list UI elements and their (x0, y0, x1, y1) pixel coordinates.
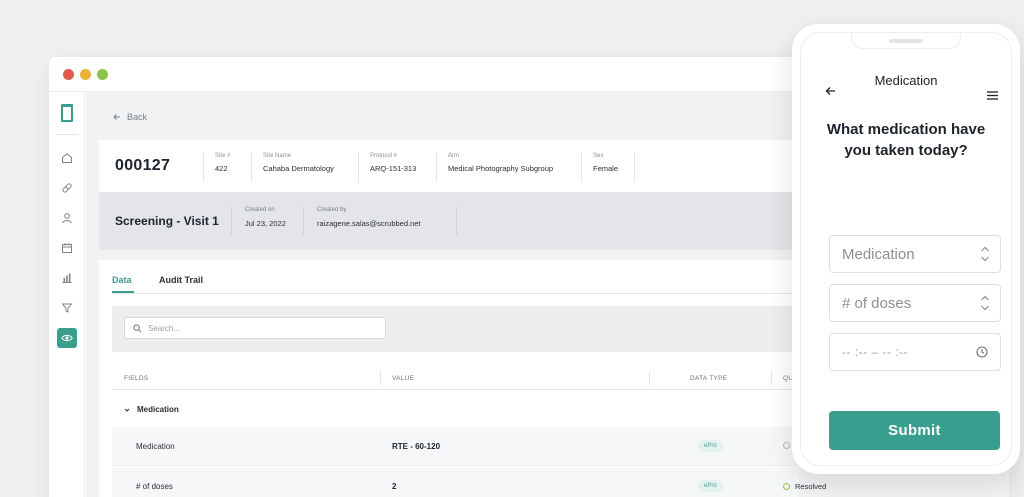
speaker-grille (889, 39, 923, 43)
column-header-value[interactable]: VALUE (392, 375, 414, 382)
time-input[interactable]: -- :-- – -- :-- (829, 333, 1001, 371)
column-divider (771, 371, 772, 385)
phone-mockup: Medication What medication have you take… (792, 24, 1020, 474)
meta-label: Site Name (263, 153, 292, 159)
pill-icon (62, 183, 72, 193)
home-icon (62, 153, 72, 163)
visit-title: Screening - Visit 1 (115, 214, 219, 228)
visit-header: Screening - Visit 1 Created on Jul 23, 2… (99, 192, 799, 250)
meta-arm: Arm Medical Photography Subgroup (436, 152, 553, 182)
back-link[interactable]: Back (113, 112, 147, 122)
data-type-badge: ePro (698, 440, 723, 452)
bar-chart-icon (62, 273, 72, 283)
meta-label: Arm (448, 153, 459, 159)
sidebar-item-filter[interactable] (57, 298, 77, 318)
close-window-button[interactable] (63, 69, 74, 80)
column-divider (380, 371, 381, 385)
meta-value: Jul 23, 2022 (245, 219, 286, 228)
medication-placeholder: Medication (842, 245, 915, 263)
tab-bar: Data Audit Trail (112, 260, 799, 294)
arrow-left-icon (113, 114, 120, 120)
sidebar (49, 92, 85, 497)
status-indicator (783, 483, 790, 490)
submit-button[interactable]: Submit (829, 411, 1000, 450)
sidebar-item-medication[interactable] (57, 178, 77, 198)
column-header-fields[interactable]: FIELDS (124, 375, 149, 382)
active-tab-indicator (112, 291, 134, 293)
medication-select[interactable]: Medication (829, 235, 1001, 273)
column-divider (649, 371, 650, 385)
phone-question: What medication have you taken today? (826, 121, 986, 159)
meta-label: Created on (245, 207, 275, 213)
minimize-window-button[interactable] (80, 69, 91, 80)
meta-value: 422 (215, 164, 228, 173)
filter-icon (61, 303, 73, 313)
column-header-data-type[interactable]: DATA TYPE (690, 375, 727, 382)
sidebar-item-review[interactable] (57, 328, 77, 348)
phone-screen-title: Medication (874, 73, 938, 88)
sidebar-item-reports[interactable] (57, 268, 77, 288)
table-row[interactable]: # of doses 2 ePro Resolved (112, 467, 826, 497)
sidebar-item-calendar[interactable] (57, 238, 77, 258)
meta-protocol: Protocol # ARQ-151-313 (358, 152, 416, 182)
tab-data[interactable]: Data (112, 275, 132, 285)
back-label: Back (127, 112, 148, 122)
meta-label: Site # (215, 153, 231, 159)
meta-value: ARQ-151-313 (370, 164, 417, 173)
chevron-down-icon (124, 408, 130, 412)
query-status (783, 442, 790, 449)
search-placeholder: Search... (148, 323, 181, 333)
field-name: # of doses (136, 482, 173, 491)
meta-label: Sex (593, 153, 604, 159)
maximize-window-button[interactable] (97, 69, 108, 80)
visit-created-on: Created on Jul 23, 2022 (231, 207, 286, 235)
time-placeholder: -- :-- – -- :-- (842, 345, 909, 359)
sidebar-divider (56, 134, 78, 135)
phone-menu-button[interactable] (987, 87, 998, 105)
table-header: FIELDS VALUE DATA TYPE QU (112, 368, 799, 390)
meta-site-name: Site Name Cahaba Dermatology (251, 152, 334, 182)
visit-data-panel: Data Audit Trail Search... FIELDS VALUE … (99, 260, 826, 497)
phone-screen: Medication What medication have you take… (800, 32, 1012, 466)
field-value: 2 (392, 482, 397, 491)
group-row-medication[interactable]: Medication (112, 392, 799, 427)
select-arrows-icon (981, 295, 989, 311)
clock-icon (976, 346, 988, 358)
eye-icon (61, 334, 73, 342)
phone-notch (851, 33, 961, 49)
data-type-badge: ePro (698, 480, 723, 492)
meta-value: raizagene.salas@scrubbed.net (317, 219, 421, 228)
visit-created-by: Created by raizagene.salas@scrubbed.net (303, 207, 457, 235)
tab-audit-trail[interactable]: Audit Trail (159, 275, 203, 285)
doses-select[interactable]: # of doses (829, 284, 1001, 322)
meta-label: Protocol # (370, 153, 398, 159)
meta-value: Female (593, 164, 619, 173)
sidebar-item-subjects[interactable] (57, 208, 77, 228)
meta-label: Created by (317, 207, 347, 213)
field-value: RTE - 60-120 (392, 442, 441, 451)
meta-sex: Sex Female (581, 152, 635, 182)
subject-id: 000127 (115, 157, 171, 174)
table-row[interactable]: Medication RTE - 60-120 ePro (112, 427, 799, 466)
select-arrows-icon (981, 246, 989, 262)
meta-value: Medical Photography Subgroup (448, 164, 554, 173)
search-icon (133, 323, 142, 332)
status-indicator (783, 442, 790, 449)
calendar-icon (62, 243, 72, 253)
meta-site-number: Site # 422 (203, 152, 230, 182)
sidebar-item-home[interactable] (57, 148, 77, 168)
search-panel: Search... (112, 306, 799, 352)
doses-placeholder: # of doses (842, 294, 912, 312)
group-label: Medication (137, 405, 179, 414)
hamburger-menu-icon (987, 91, 998, 100)
app-logo (61, 104, 73, 122)
search-input[interactable]: Search... (124, 317, 386, 339)
meta-value: Cahaba Dermatology (263, 164, 334, 173)
user-icon (62, 213, 72, 224)
subject-header: 000127 Site # 422 Site Name Cahaba Derma… (99, 140, 799, 192)
field-name: Medication (136, 442, 175, 451)
status-label: Resolved (795, 482, 827, 491)
query-status: Resolved (783, 482, 826, 491)
